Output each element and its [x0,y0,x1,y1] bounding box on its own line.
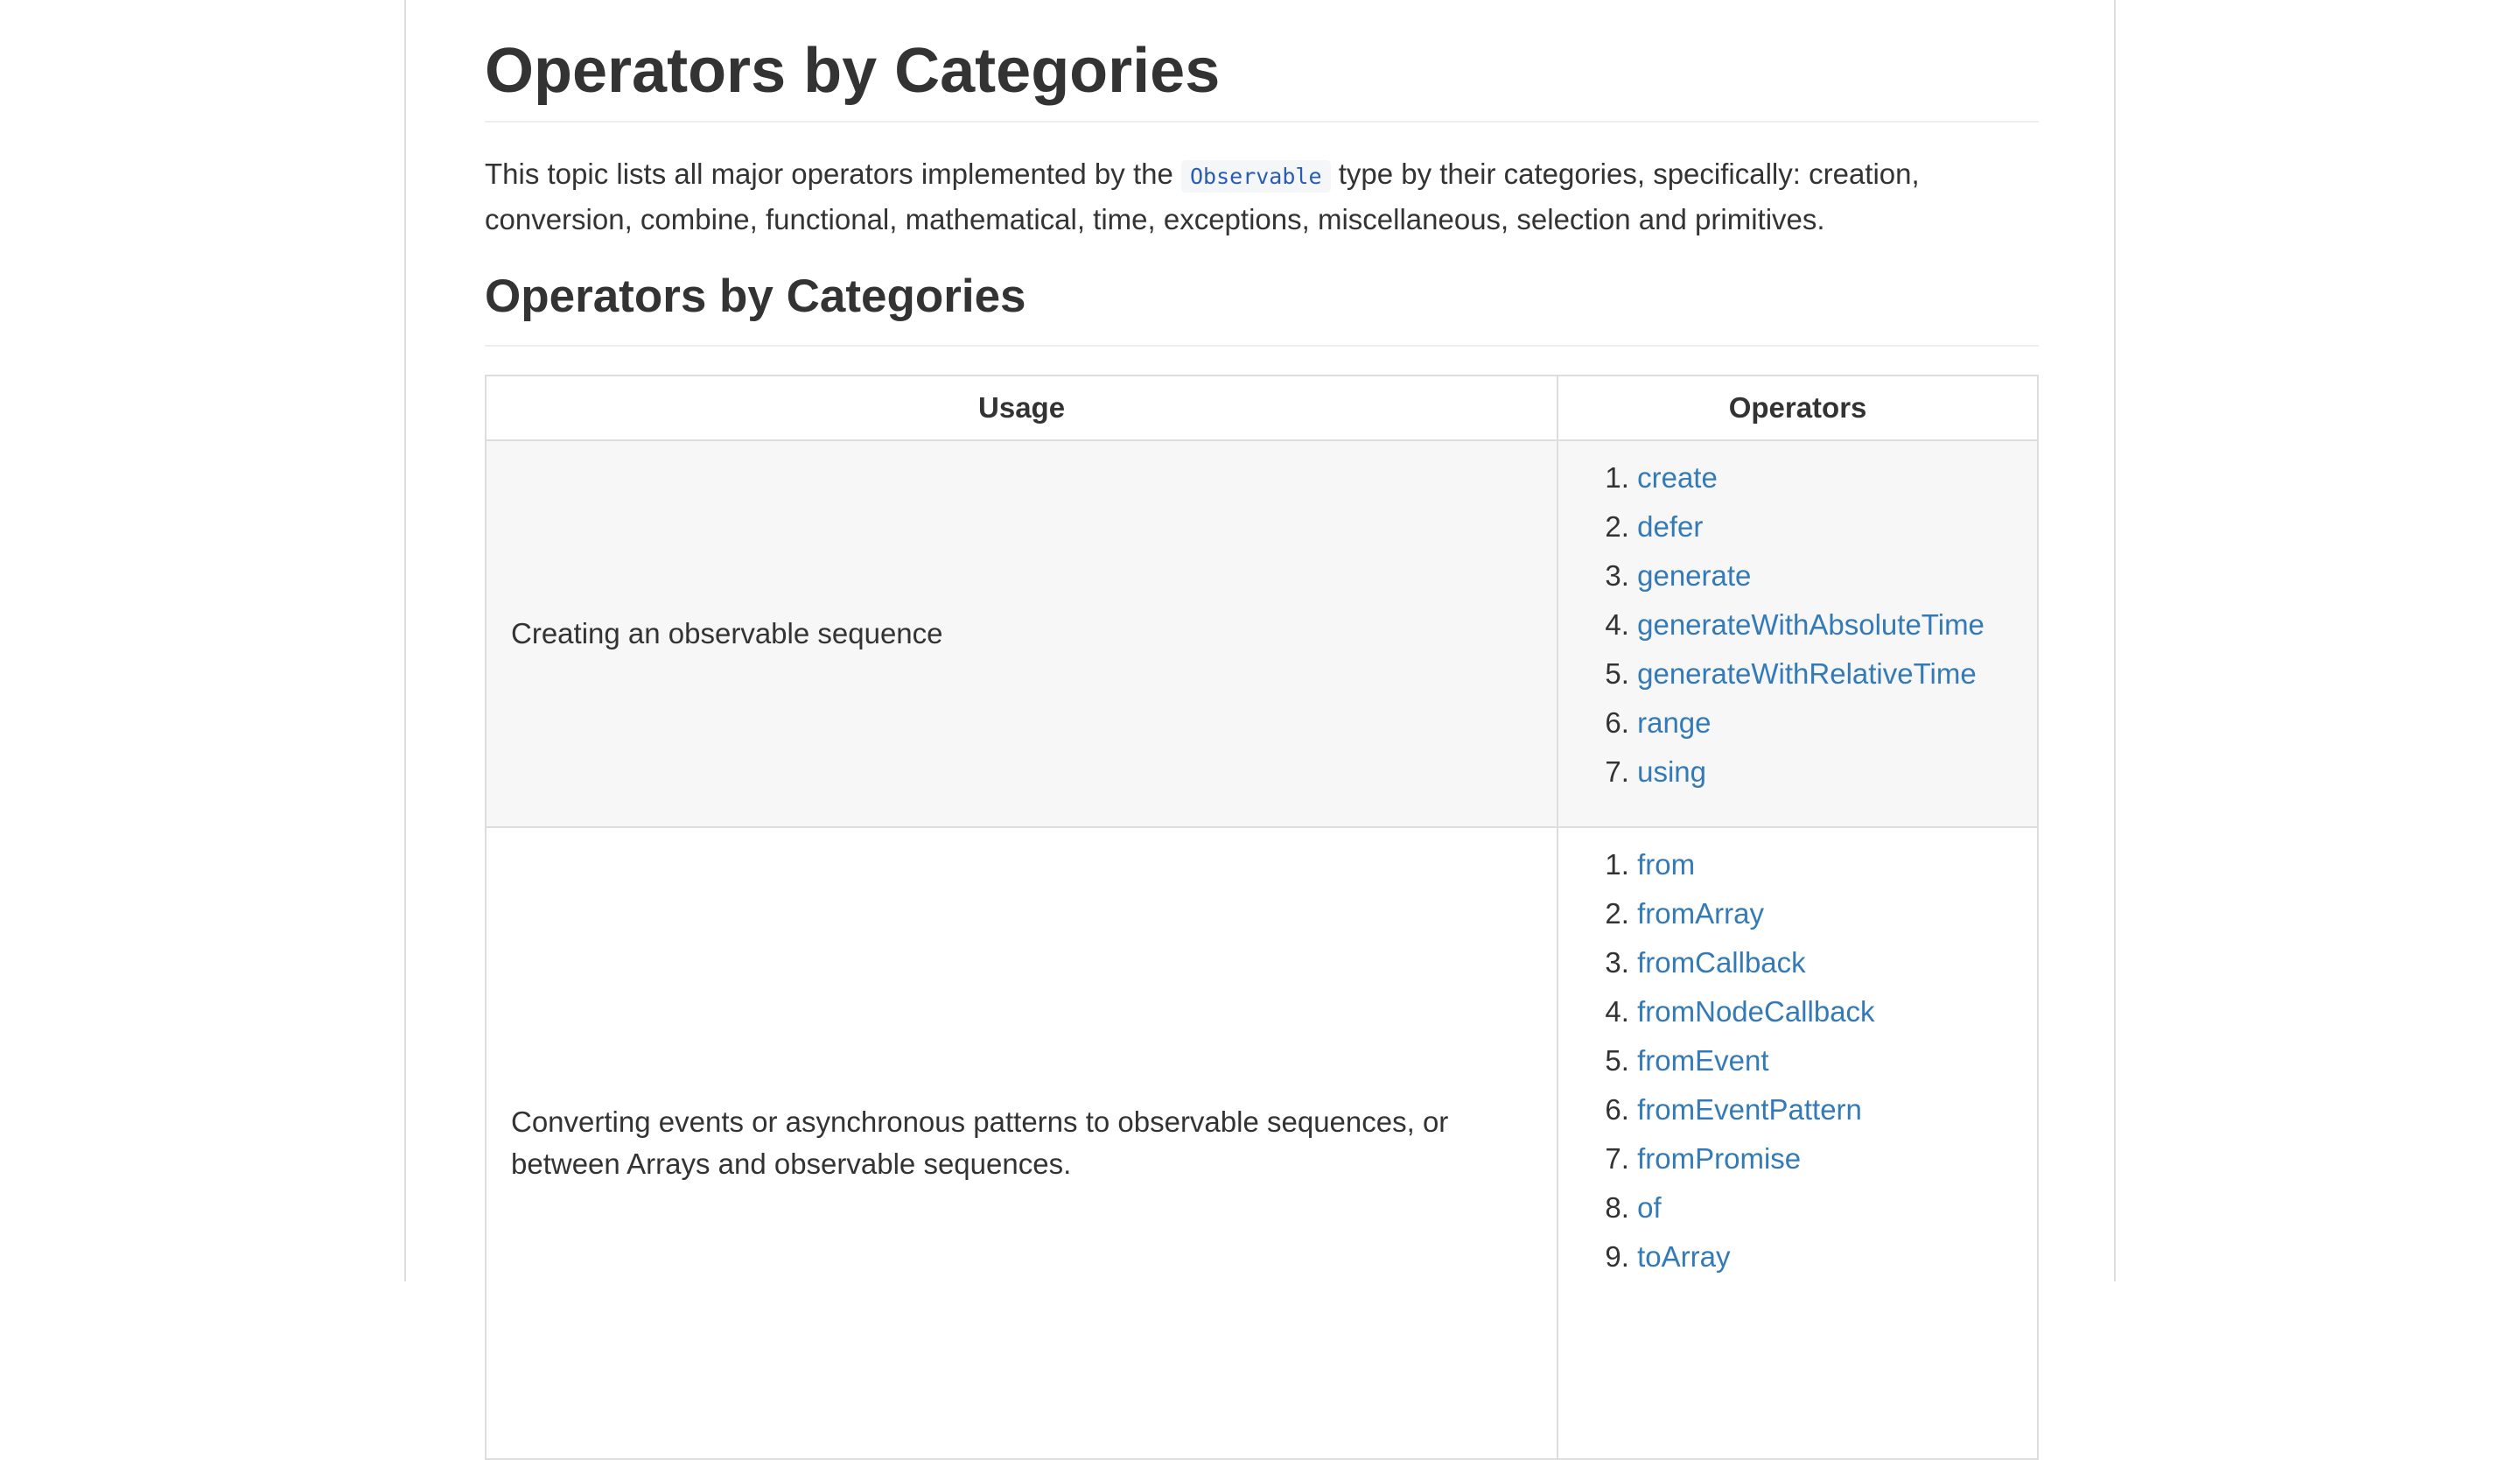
list-item: defer [1637,506,2037,555]
operator-link-using[interactable]: using [1637,755,1706,788]
main-content: Operators by Categories This topic lists… [484,0,2039,1460]
table-header-row: Usage Operators [484,375,2039,441]
list-item: fromArray [1637,893,2037,942]
operators-list: from fromArray fromCallback fromNodeCall… [1558,828,2037,1285]
operator-link-of[interactable]: of [1637,1191,1662,1224]
operator-link-create[interactable]: create [1637,461,1718,494]
list-item: fromEventPattern [1637,1089,2037,1138]
header-operators: Operators [1557,375,2039,441]
list-item: fromNodeCallback [1637,991,2037,1040]
usage-cell: Creating an observable sequence [484,439,1559,828]
list-item: generateWithAbsoluteTime [1637,604,2037,653]
list-item: fromCallback [1637,942,2037,991]
operator-link-to-array[interactable]: toArray [1637,1240,1730,1273]
operator-link-from-event-pattern[interactable]: fromEventPattern [1637,1093,1862,1126]
list-item: range [1637,702,2037,751]
operator-link-generate[interactable]: generate [1637,559,1751,592]
list-item: fromEvent [1637,1040,2037,1089]
operator-link-from-array[interactable]: fromArray [1637,897,1764,930]
list-item: of [1637,1187,2037,1236]
list-item: generateWithRelativeTime [1637,653,2037,702]
list-item: create [1637,457,2037,506]
operator-link-defer[interactable]: defer [1637,510,1703,543]
table-row: Creating an observable sequence create d… [484,439,2039,828]
operator-link-from-promise[interactable]: fromPromise [1637,1142,1801,1175]
document-page: Operators by Categories This topic lists… [404,0,2116,1460]
operator-link-generate-with-relative-time[interactable]: generateWithRelativeTime [1637,657,1977,690]
list-item: generate [1637,555,2037,604]
operators-cell: from fromArray fromCallback fromNodeCall… [1557,826,2039,1460]
table-row: Converting events or asynchronous patter… [484,826,2039,1460]
operator-link-from-node-callback[interactable]: fromNodeCallback [1637,995,1874,1028]
operator-link-range[interactable]: range [1637,706,1711,739]
list-item: fromPromise [1637,1138,2037,1187]
operator-link-from[interactable]: from [1637,848,1695,881]
operator-link-from-event[interactable]: fromEvent [1637,1044,1768,1077]
list-item: using [1637,751,2037,800]
list-item: from [1637,844,2037,893]
operators-cell: create defer generate generateWithAbsolu… [1557,439,2039,828]
intro-text-before: This topic lists all major operators imp… [485,158,1173,190]
operators-list: create defer generate generateWithAbsolu… [1558,441,2037,800]
operators-table: Usage Operators Creating an observable s… [484,375,2039,1460]
intro-paragraph: This topic lists all major operators imp… [485,123,2039,266]
observable-code: Observable [1181,160,1331,193]
usage-cell: Converting events or asynchronous patter… [484,826,1559,1460]
section-title: Operators by Categories [485,266,2039,347]
page-title: Operators by Categories [485,0,2039,123]
operator-link-generate-with-absolute-time[interactable]: generateWithAbsoluteTime [1637,608,1984,641]
operator-link-from-callback[interactable]: fromCallback [1637,946,1806,979]
list-item: toArray [1637,1236,2037,1285]
header-usage: Usage [484,375,1559,441]
